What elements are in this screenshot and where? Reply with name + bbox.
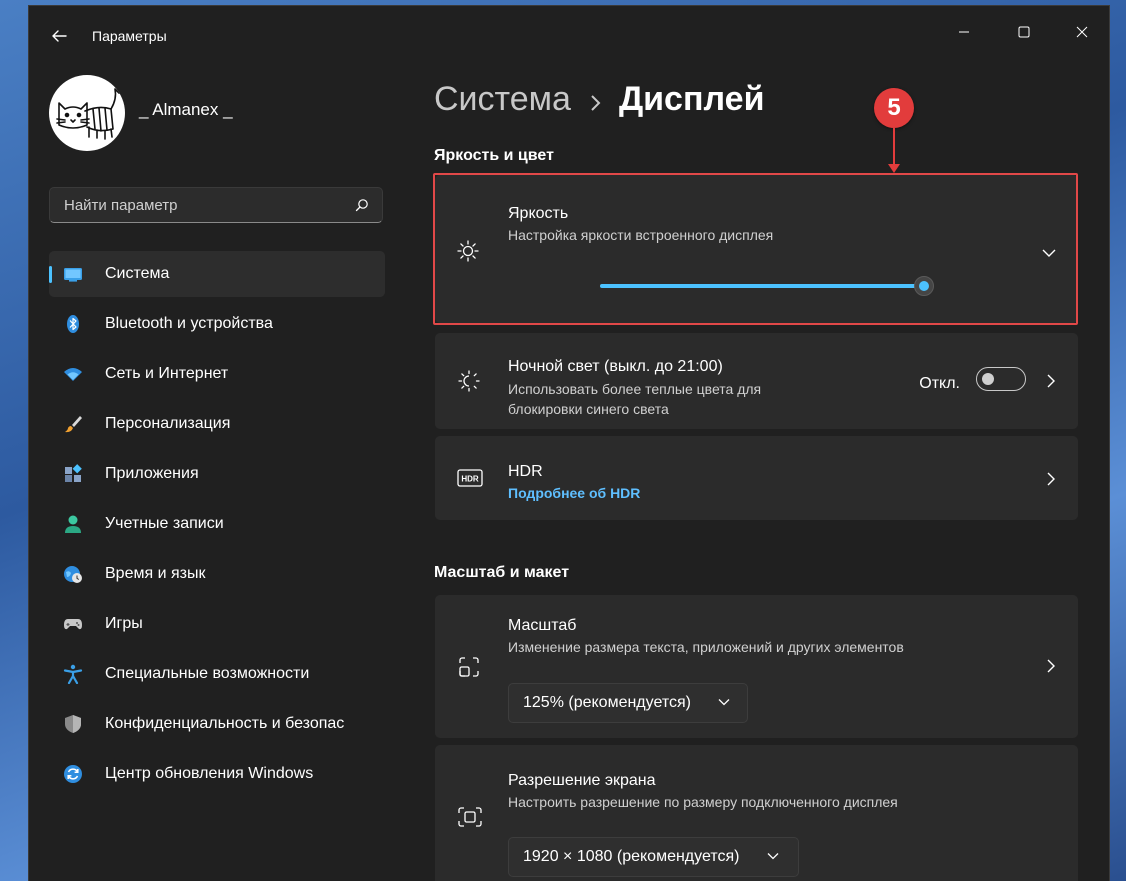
avatar[interactable] bbox=[49, 75, 125, 151]
step-number-badge: 5 bbox=[874, 88, 914, 128]
night-light-toggle[interactable] bbox=[976, 367, 1026, 391]
sidebar-item-bluetooth[interactable]: Bluetooth и устройства bbox=[49, 301, 385, 347]
sidebar-item-label: Центр обновления Windows bbox=[105, 765, 314, 782]
chevron-right-icon[interactable] bbox=[1046, 373, 1056, 389]
svg-text:HDR: HDR bbox=[461, 475, 479, 484]
night-light-icon bbox=[458, 370, 480, 392]
night-light-card[interactable]: Ночной свет (выкл. до 21:00) Использоват… bbox=[435, 333, 1078, 429]
sun-icon bbox=[457, 240, 479, 262]
search-box[interactable] bbox=[49, 187, 383, 223]
breadcrumb-parent[interactable]: Система bbox=[434, 80, 571, 118]
wifi-icon bbox=[64, 368, 82, 381]
sidebar-item-label: Игры bbox=[105, 615, 143, 632]
section-title-brightness-color: Яркость и цвет bbox=[434, 147, 554, 164]
minimize-icon bbox=[959, 31, 969, 33]
breadcrumb: Система Дисплей bbox=[434, 80, 764, 124]
sidebar-item-label: Приложения bbox=[105, 465, 199, 482]
sidebar-item-apps[interactable]: Приложения bbox=[49, 451, 385, 497]
hdr-icon: HDR bbox=[457, 469, 483, 487]
annotation-arrow-head bbox=[888, 164, 900, 173]
sidebar-item-system[interactable]: Система bbox=[49, 251, 385, 297]
brush-icon bbox=[65, 416, 82, 433]
brightness-subtitle: Настройка яркости встроенного дисплея bbox=[508, 227, 774, 243]
minimize-button[interactable] bbox=[941, 14, 987, 50]
night-light-title: Ночной свет (выкл. до 21:00) bbox=[508, 358, 723, 375]
sidebar-item-label: Система bbox=[105, 265, 170, 282]
active-indicator bbox=[49, 266, 52, 283]
cat-avatar-icon bbox=[56, 88, 120, 140]
scale-icon bbox=[459, 657, 479, 677]
chevron-down-icon bbox=[718, 699, 730, 706]
resolution-card[interactable]: Разрешение экрана Настроить разрешение п… bbox=[435, 745, 1078, 881]
chevron-right-icon[interactable] bbox=[1046, 471, 1056, 487]
sidebar-item-gaming[interactable]: Игры bbox=[49, 601, 385, 647]
person-icon bbox=[65, 515, 81, 533]
gamepad-icon bbox=[64, 619, 82, 630]
brightness-slider-track[interactable] bbox=[600, 284, 926, 288]
title-bar: Параметры bbox=[29, 6, 1109, 62]
sidebar-item-label: Сеть и Интернет bbox=[105, 365, 229, 382]
brightness-card[interactable]: Яркость Настройка яркости встроенного ди… bbox=[435, 175, 1078, 323]
settings-window: Параметры _ Almanex _ Найти параметр Сис… bbox=[28, 5, 1110, 881]
chevron-right-icon[interactable] bbox=[1046, 658, 1056, 674]
sidebar-item-accounts[interactable]: Учетные записи bbox=[49, 501, 385, 547]
bluetooth-icon bbox=[67, 315, 79, 333]
scale-subtitle: Изменение размера текста, приложений и д… bbox=[508, 639, 904, 655]
back-button[interactable] bbox=[47, 24, 71, 48]
sidebar-item-accessibility[interactable]: Специальные возможности bbox=[49, 651, 385, 697]
sidebar-item-label: Персонализация bbox=[105, 415, 231, 432]
brightness-slider-thumb[interactable] bbox=[914, 276, 934, 296]
resolution-dropdown[interactable]: 1920 × 1080 (рекомендуется) bbox=[508, 837, 799, 877]
sidebar-item-privacy[interactable]: Конфиденциальность и безопас bbox=[49, 701, 385, 747]
sidebar-item-personalization[interactable]: Персонализация bbox=[49, 401, 385, 447]
scale-title: Масштаб bbox=[508, 617, 577, 634]
hdr-title: HDR bbox=[508, 463, 543, 480]
chevron-right-icon bbox=[589, 82, 601, 121]
update-icon bbox=[64, 765, 82, 783]
sidebar-item-label: Конфиденциальность и безопас bbox=[105, 715, 345, 732]
arrow-left-icon bbox=[52, 30, 67, 42]
maximize-button[interactable] bbox=[1001, 14, 1047, 50]
globe-clock-icon bbox=[64, 566, 82, 583]
display-icon bbox=[64, 268, 82, 282]
night-light-subtitle-1: Использовать более теплые цвета для bbox=[508, 381, 762, 397]
brightness-title: Яркость bbox=[508, 205, 569, 222]
sidebar-item-windows-update[interactable]: Центр обновления Windows bbox=[49, 751, 385, 797]
scale-dropdown-value: 125% (рекомендуется) bbox=[523, 694, 691, 711]
close-icon bbox=[1076, 26, 1088, 38]
search-input[interactable] bbox=[50, 188, 340, 222]
resolution-icon bbox=[458, 807, 482, 827]
hdr-link-wrap: Подробнее об HDR bbox=[508, 483, 640, 503]
scale-card[interactable]: Масштаб Изменение размера текста, прилож… bbox=[435, 595, 1078, 738]
accessibility-icon bbox=[63, 664, 83, 684]
resolution-subtitle: Настроить разрешение по размеру подключе… bbox=[508, 794, 898, 810]
sidebar-item-label: Учетные записи bbox=[105, 515, 224, 532]
sidebar-item-label: Время и язык bbox=[105, 565, 206, 582]
chevron-down-icon bbox=[767, 853, 779, 860]
close-button[interactable] bbox=[1059, 14, 1105, 50]
search-icon[interactable] bbox=[355, 198, 369, 212]
app-title: Параметры bbox=[92, 28, 167, 44]
night-light-subtitle-2: блокировки синего света bbox=[508, 401, 669, 417]
user-name: _ Almanex _ bbox=[139, 100, 233, 119]
resolution-dropdown-value: 1920 × 1080 (рекомендуется) bbox=[523, 848, 740, 865]
sidebar-nav: Система Bluetooth и устройства Сеть и Ин… bbox=[49, 251, 385, 801]
shield-icon bbox=[65, 715, 81, 733]
apps-icon bbox=[65, 464, 82, 482]
sidebar-item-network[interactable]: Сеть и Интернет bbox=[49, 351, 385, 397]
page-title: Дисплей bbox=[618, 80, 765, 118]
night-light-toggle-label: Откл. bbox=[919, 375, 960, 392]
sidebar-item-time-language[interactable]: Время и язык bbox=[49, 551, 385, 597]
chevron-down-icon[interactable] bbox=[1042, 248, 1056, 258]
scale-dropdown[interactable]: 125% (рекомендуется) bbox=[508, 683, 748, 723]
maximize-icon bbox=[1018, 26, 1030, 38]
sidebar-item-label: Специальные возможности bbox=[105, 665, 310, 682]
section-title-scale-layout: Масштаб и макет bbox=[434, 564, 570, 581]
hdr-card[interactable]: HDR HDR Подробнее об HDR bbox=[435, 436, 1078, 520]
annotation-arrow-line bbox=[893, 128, 895, 166]
hdr-learn-more-link[interactable]: Подробнее об HDR bbox=[508, 485, 640, 501]
resolution-title: Разрешение экрана bbox=[508, 772, 656, 789]
sidebar-item-label: Bluetooth и устройства bbox=[105, 315, 273, 332]
